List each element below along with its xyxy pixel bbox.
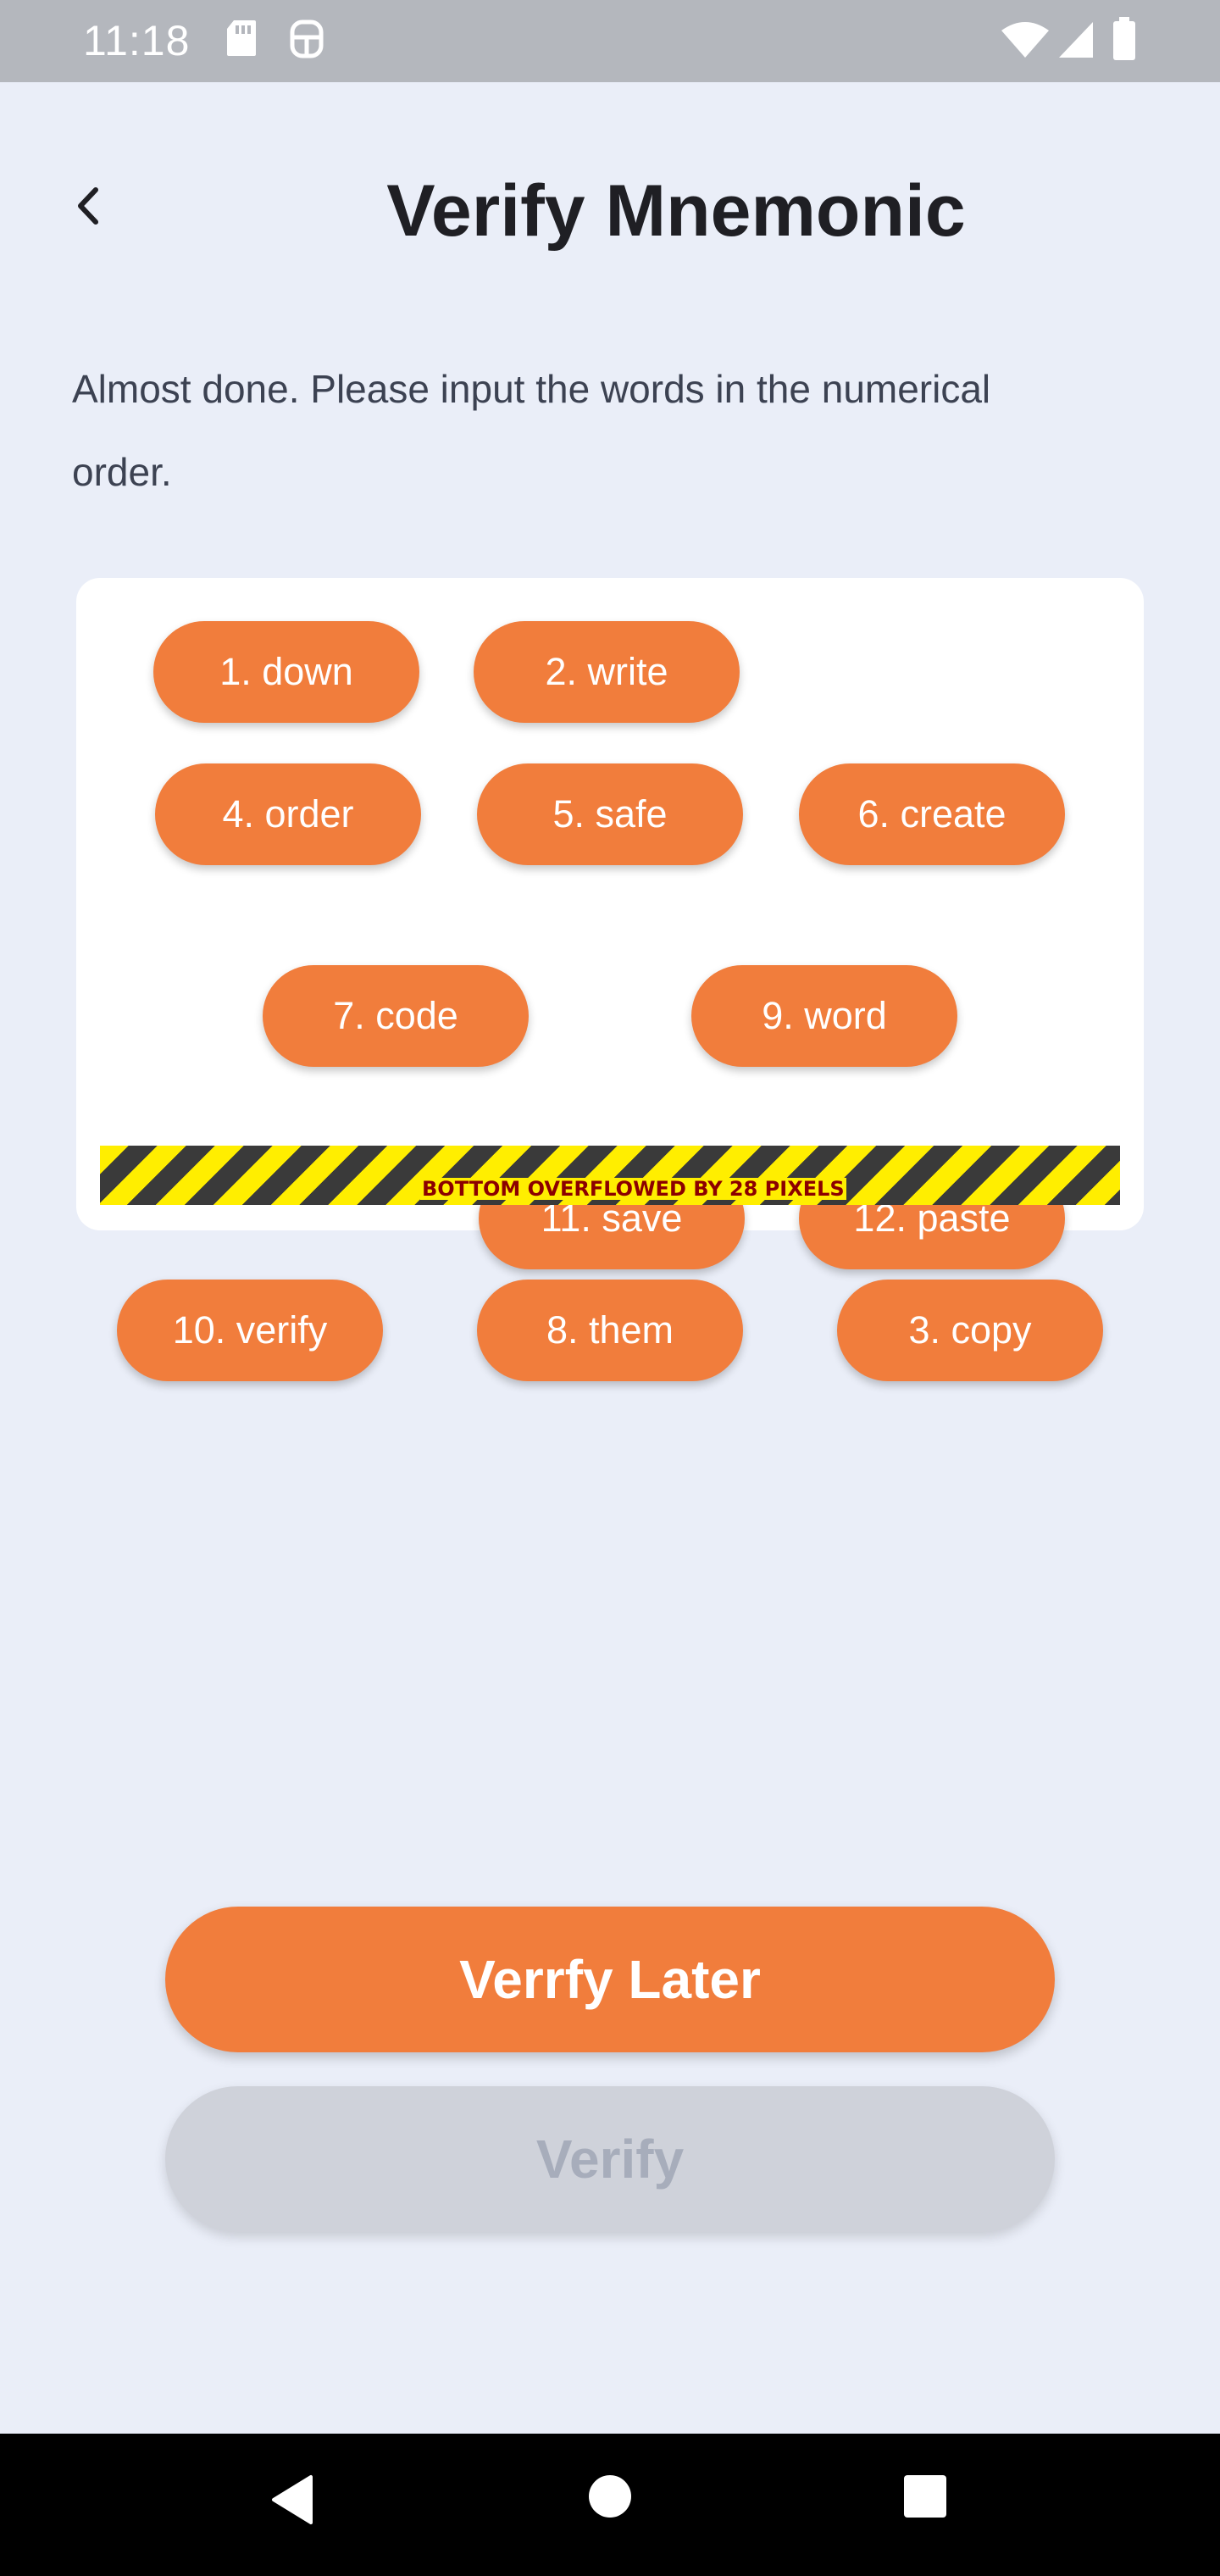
sd-card-icon — [225, 19, 258, 62]
word-pool-chip[interactable]: 10. verify — [117, 1280, 383, 1381]
wifi-icon — [1000, 20, 1051, 64]
status-time: 11:18 — [83, 17, 191, 64]
selected-word-chip[interactable]: 1. down — [153, 621, 419, 723]
nav-home-button[interactable] — [583, 2471, 637, 2525]
home-circle-icon — [588, 2474, 632, 2523]
word-pool-chip[interactable]: 8. them — [477, 1280, 743, 1381]
selected-word-chip[interactable]: 7. code — [263, 965, 529, 1067]
word-pool-chip[interactable]: 3. copy — [837, 1280, 1103, 1381]
verify-button[interactable]: Verify — [165, 2086, 1055, 2232]
selected-word-chip[interactable]: 4. order — [155, 763, 421, 865]
notification-icon — [288, 19, 325, 64]
overflow-warning-bar: BOTTOM OVERFLOWED BY 28 PIXELS — [100, 1146, 1120, 1205]
status-bar: 11:18 — [0, 0, 1220, 82]
overflow-warning-text: BOTTOM OVERFLOWED BY 28 PIXELS — [420, 1177, 846, 1201]
selected-word-chip[interactable]: 2. write — [474, 621, 740, 723]
nav-back-button[interactable] — [263, 2468, 322, 2535]
recents-square-icon — [902, 2473, 948, 2523]
navigation-bar — [0, 2434, 1220, 2576]
battery-icon — [1112, 17, 1137, 65]
selected-word-chip[interactable]: 6. create — [799, 763, 1065, 865]
back-triangle-icon — [269, 2473, 316, 2530]
selected-word-chip[interactable]: 9. word — [691, 965, 957, 1067]
page-title: Verify Mnemonic — [386, 170, 966, 252]
selected-word-chip[interactable]: 5. safe — [477, 763, 743, 865]
nav-recents-button[interactable] — [898, 2471, 952, 2525]
signal-icon — [1057, 20, 1095, 64]
instructions-text: Almost done. Please input the words in t… — [72, 367, 991, 494]
verify-later-button[interactable]: Verrfy Later — [165, 1907, 1055, 2052]
